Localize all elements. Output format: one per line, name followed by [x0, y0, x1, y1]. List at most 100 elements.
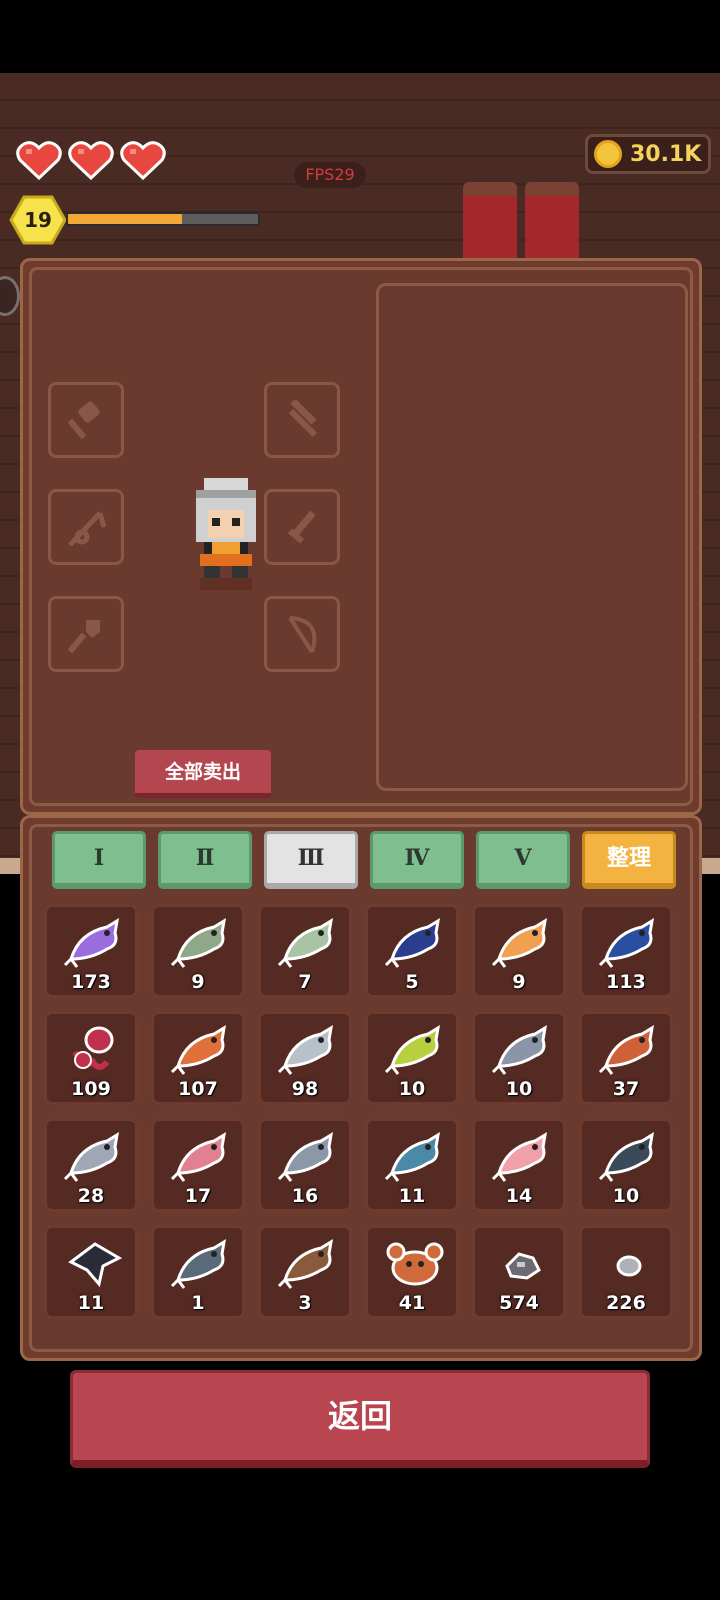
inventory-slot[interactable]: 173 — [44, 904, 138, 998]
crab-icon — [386, 1242, 444, 1286]
tier-tabs: Ⅰ Ⅱ Ⅲ Ⅳ Ⅴ 整理 — [52, 831, 676, 889]
item-count: 17 — [184, 1185, 212, 1207]
xp-bar — [66, 212, 260, 226]
inventory-slot[interactable]: 9 — [151, 904, 245, 998]
heart-icon — [120, 141, 166, 180]
spotted-fish-icon — [63, 1132, 120, 1182]
fishing-rod-slot[interactable] — [48, 489, 124, 565]
item-count: 3 — [298, 1292, 312, 1314]
tab-tier-1[interactable]: Ⅰ — [52, 831, 146, 889]
shrimp-icon — [491, 1132, 548, 1182]
inventory-slot[interactable]: 37 — [579, 1011, 673, 1105]
axe-slot[interactable] — [48, 382, 124, 458]
item-count: 107 — [178, 1078, 218, 1100]
inventory-slot[interactable]: 9 — [472, 904, 566, 998]
xp-bar-fill — [68, 214, 182, 224]
inventory-slot[interactable]: 3 — [258, 1225, 352, 1319]
inventory-slot[interactable]: 28 — [44, 1118, 138, 1212]
pink-fish-icon — [170, 1132, 227, 1182]
tab-tier-5[interactable]: Ⅴ — [476, 831, 570, 889]
shark-icon — [170, 1239, 227, 1289]
inventory-slot[interactable]: 7 — [258, 904, 352, 998]
health-hearts — [16, 140, 166, 180]
back-button[interactable]: 返回 — [70, 1370, 650, 1468]
gray-fish-icon — [491, 1025, 548, 1075]
sword-icon — [287, 510, 316, 544]
coin-amount: 30.1K — [630, 141, 702, 167]
inventory-slot[interactable]: 107 — [151, 1011, 245, 1105]
red-orange-fish-icon — [170, 1025, 227, 1075]
bow-icon — [288, 616, 317, 654]
sell-all-button[interactable]: 全部卖出 — [135, 750, 271, 798]
blue-fish-icon — [384, 918, 441, 968]
sword-slot[interactable] — [264, 489, 340, 565]
item-count: 28 — [77, 1185, 105, 1207]
building-right — [525, 182, 579, 262]
stone-icon — [616, 1255, 642, 1277]
sort-button[interactable]: 整理 — [582, 831, 676, 889]
player-avatar — [196, 478, 256, 590]
bow-slot[interactable] — [264, 596, 340, 672]
inventory-slot[interactable]: 5 — [365, 904, 459, 998]
inventory-panel-inner: Ⅰ Ⅱ Ⅲ Ⅳ Ⅴ 整理 173 9 7 5 9 113 109 107 98 10 10 37 28 1… — [29, 824, 693, 1352]
inventory-slot[interactable]: 113 — [579, 904, 673, 998]
tuna-icon — [384, 1132, 441, 1182]
inventory-slot[interactable]: 10 — [579, 1118, 673, 1212]
inventory-slot[interactable]: 41 — [365, 1225, 459, 1319]
item-count: 5 — [405, 971, 419, 993]
inventory-slot[interactable]: 109 — [44, 1011, 138, 1105]
fps-counter: FPS29 — [294, 162, 366, 188]
inventory-slot[interactable]: 10 — [365, 1011, 459, 1105]
inventory-slot[interactable]: 10 — [472, 1011, 566, 1105]
inventory-grid: 173 9 7 5 9 113 109 107 98 10 10 37 28 17 16 11 14 10 11 1 3… — [44, 904, 673, 1319]
orange-fish-icon — [491, 918, 548, 968]
item-count: 10 — [505, 1078, 533, 1100]
item-count: 14 — [505, 1185, 533, 1207]
level-badge: 19 — [9, 195, 67, 245]
item-count: 11 — [398, 1185, 426, 1207]
inventory-slot[interactable]: 226 — [579, 1225, 673, 1319]
item-count: 113 — [606, 971, 646, 993]
shovel-icon — [67, 620, 100, 654]
squid-icon — [72, 1026, 114, 1070]
inventory-slot[interactable]: 17 — [151, 1118, 245, 1212]
pickaxe-icon — [288, 400, 318, 438]
axe-icon — [67, 401, 100, 440]
item-info-box — [376, 283, 688, 791]
inventory-slot[interactable]: 16 — [258, 1118, 352, 1212]
catfish-icon — [277, 1239, 334, 1289]
item-count: 10 — [612, 1185, 640, 1207]
item-count: 9 — [512, 971, 526, 993]
inventory-panel: Ⅰ Ⅱ Ⅲ Ⅳ Ⅴ 整理 173 9 7 5 9 113 109 107 98 10 10 37 28 1… — [20, 815, 702, 1361]
equipment-panel-inner: 全部卖出 — [29, 267, 693, 806]
level-number: 19 — [24, 208, 52, 232]
tab-tier-2[interactable]: Ⅱ — [158, 831, 252, 889]
equipment-panel: 全部卖出 — [20, 258, 702, 815]
inventory-slot[interactable]: 11 — [44, 1225, 138, 1319]
iron-ore-icon — [505, 1252, 541, 1280]
item-count: 9 — [191, 971, 205, 993]
tab-tier-4[interactable]: Ⅳ — [370, 831, 464, 889]
inventory-slot[interactable]: 1 — [151, 1225, 245, 1319]
tab-tier-3[interactable]: Ⅲ — [264, 831, 358, 889]
item-count: 10 — [398, 1078, 426, 1100]
pickaxe-slot[interactable] — [264, 382, 340, 458]
building-left — [463, 182, 517, 262]
inventory-slot[interactable]: 11 — [365, 1118, 459, 1212]
silver-fish-icon — [277, 1025, 334, 1075]
striped-fish-icon — [598, 1025, 655, 1075]
shovel-slot[interactable] — [48, 596, 124, 672]
inventory-slot[interactable]: 14 — [472, 1118, 566, 1212]
fishing-rod-icon — [68, 511, 107, 547]
item-count: 98 — [291, 1078, 319, 1100]
inventory-slot[interactable]: 98 — [258, 1011, 352, 1105]
manta-ray-icon — [68, 1242, 123, 1288]
inventory-slot[interactable]: 574 — [472, 1225, 566, 1319]
item-count: 7 — [298, 971, 312, 993]
item-count: 1 — [191, 1292, 205, 1314]
purple-fish-icon — [63, 918, 120, 968]
item-count: 226 — [606, 1292, 646, 1314]
green-fish-icon — [170, 918, 227, 968]
item-count: 37 — [612, 1078, 640, 1100]
item-count: 11 — [77, 1292, 105, 1314]
